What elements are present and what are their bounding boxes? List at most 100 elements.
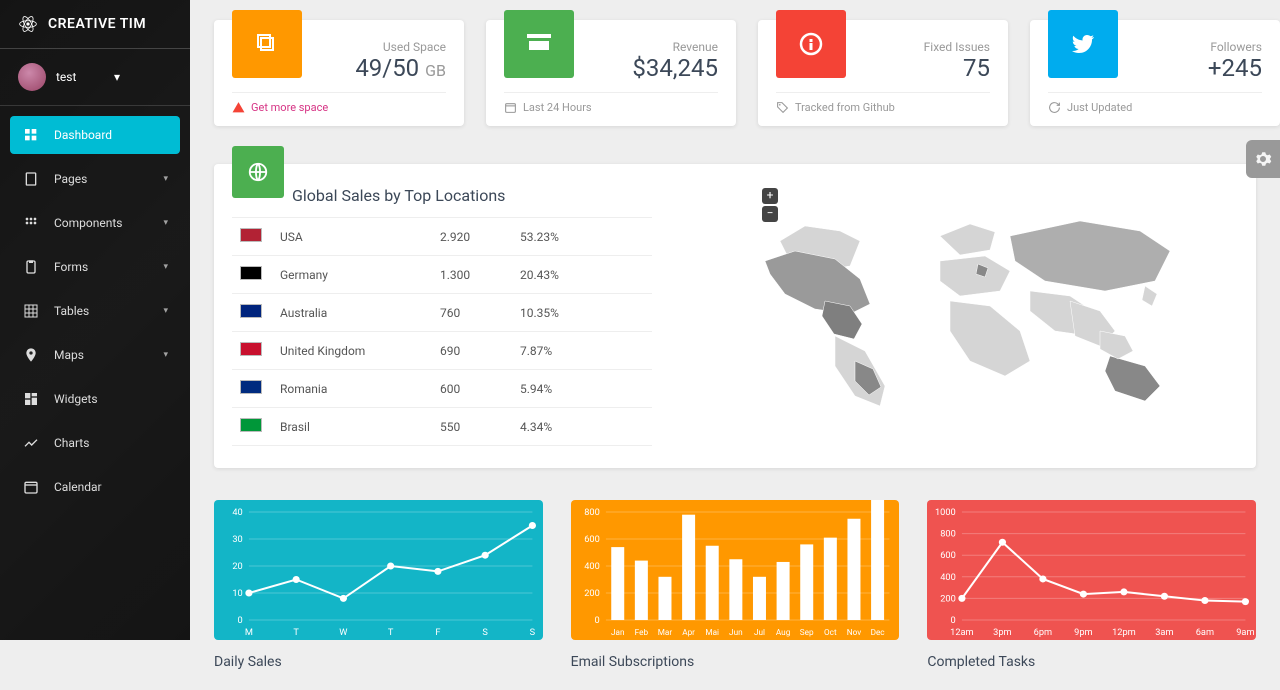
sidebar-item-charts[interactable]: Charts: [10, 424, 180, 462]
card-icon: [504, 10, 574, 78]
brand-label: CREATIVE TIM: [48, 16, 146, 32]
svg-text:10: 10: [232, 589, 242, 599]
world-map[interactable]: [740, 206, 1190, 420]
svg-text:600: 600: [584, 535, 600, 545]
country-cell: Brasil: [272, 408, 432, 446]
svg-text:T: T: [388, 628, 394, 638]
svg-text:S: S: [530, 628, 536, 638]
chart-title: Email Subscriptions: [571, 654, 900, 670]
avatar: [18, 63, 46, 91]
svg-text:F: F: [435, 628, 440, 638]
chart-title: Daily Sales: [214, 654, 543, 670]
value-cell: 690: [432, 332, 512, 370]
svg-text:40: 40: [232, 508, 242, 518]
flag-icon: [240, 228, 262, 242]
svg-text:Mai: Mai: [705, 627, 719, 637]
nav-label: Pages: [54, 172, 87, 186]
pct-cell: 4.34%: [512, 408, 652, 446]
nav-icon: [22, 346, 40, 364]
svg-text:0: 0: [951, 616, 956, 626]
flag-icon: [240, 266, 262, 280]
card-footer-link[interactable]: Get more space: [251, 101, 328, 114]
nav-label: Dashboard: [54, 128, 112, 142]
stat-card-followers: Followers+245Just Updated: [1030, 20, 1280, 126]
nav-icon: [22, 478, 40, 496]
svg-text:3am: 3am: [1156, 628, 1174, 638]
svg-text:9pm: 9pm: [1075, 628, 1093, 638]
svg-text:9am: 9am: [1237, 628, 1255, 638]
card-footer-text: Last 24 Hours: [523, 101, 592, 114]
country-cell: Germany: [272, 256, 432, 294]
nav-icon: [22, 302, 40, 320]
chevron-down-icon: ▾: [163, 174, 168, 184]
sidebar-item-tables[interactable]: Tables ▾: [10, 292, 180, 330]
pct-cell: 20.43%: [512, 256, 652, 294]
brand[interactable]: CREATIVE TIM: [0, 0, 190, 49]
card-footer: Just Updated: [1048, 92, 1262, 114]
value-cell: 2.920: [432, 218, 512, 256]
svg-text:1000: 1000: [935, 508, 956, 518]
chevron-down-icon: ▾: [163, 306, 168, 316]
chevron-down-icon: ▾: [163, 262, 168, 272]
table-row: Germany1.30020.43%: [232, 256, 652, 294]
sidebar-item-maps[interactable]: Maps▾: [10, 336, 180, 374]
svg-text:Jun: Jun: [729, 627, 743, 637]
table-row: Brasil5504.34%: [232, 408, 652, 446]
chevron-down-icon: ▾: [163, 218, 168, 228]
zoom-in-button[interactable]: +: [762, 188, 778, 204]
svg-text:3pm: 3pm: [994, 628, 1012, 638]
svg-text:6pm: 6pm: [1034, 628, 1052, 638]
country-cell: United Kingdom: [272, 332, 432, 370]
card-icon: [776, 10, 846, 78]
svg-text:400: 400: [941, 573, 957, 583]
nav-icon: [22, 434, 40, 452]
zoom-out-button[interactable]: −: [762, 206, 778, 222]
card-footer-text: Just Updated: [1067, 101, 1132, 114]
pct-cell: 5.94%: [512, 370, 652, 408]
nav-icon: [22, 258, 40, 276]
card-footer: Last 24 Hours: [504, 92, 718, 114]
card-footer: Tracked from Github: [776, 92, 990, 114]
value-cell: 1.300: [432, 256, 512, 294]
chart-canvas: 0200400600800100012am3pm6pm9pm12pm3am6am…: [927, 500, 1256, 640]
chart-canvas: 010203040MTWTFSS: [214, 500, 543, 640]
svg-text:Jan: Jan: [611, 627, 625, 637]
nav-label: Tables: [54, 304, 89, 318]
svg-text:0: 0: [238, 616, 243, 626]
sidebar-item-dashboard[interactable]: Dashboard: [10, 116, 180, 154]
sidebar: CREATIVE TIM test ▾ DashboardPages▾Compo…: [0, 0, 190, 640]
svg-text:Aug: Aug: [776, 627, 790, 637]
settings-button[interactable]: [1246, 140, 1280, 178]
user-name: test: [56, 70, 114, 84]
sidebar-item-widgets[interactable]: Widgets: [10, 380, 180, 418]
sidebar-item-pages[interactable]: Pages ▾: [10, 160, 180, 198]
nav-label: Forms: [54, 260, 88, 274]
sidebar-item-components[interactable]: Components▾: [10, 204, 180, 242]
value-cell: 550: [432, 408, 512, 446]
chart-daily-sales: 010203040MTWTFSSDaily Sales: [214, 500, 543, 670]
svg-text:S: S: [482, 628, 488, 638]
svg-text:20: 20: [232, 562, 242, 572]
svg-text:30: 30: [232, 535, 242, 545]
sidebar-item-forms[interactable]: Forms ▾: [10, 248, 180, 286]
pct-cell: 53.23%: [512, 218, 652, 256]
global-sales-panel: Global Sales by Top Locations USA2.92053…: [214, 164, 1256, 468]
stat-card-fixed-issues: Fixed Issues75Tracked from Github: [758, 20, 1008, 126]
nav-label: Charts: [54, 436, 89, 450]
user-menu[interactable]: test ▾: [0, 49, 190, 106]
svg-text:200: 200: [584, 589, 600, 599]
chevron-down-icon: ▾: [114, 70, 172, 84]
svg-text:Apr: Apr: [682, 627, 695, 637]
flag-icon: [240, 342, 262, 356]
svg-text:400: 400: [584, 562, 600, 572]
sidebar-item-calendar[interactable]: Calendar: [10, 468, 180, 506]
svg-text:200: 200: [941, 594, 957, 604]
svg-text:Feb: Feb: [634, 627, 648, 637]
svg-text:800: 800: [584, 508, 600, 518]
nav-icon: [22, 170, 40, 188]
svg-text:Mar: Mar: [657, 627, 672, 637]
svg-text:Dec: Dec: [870, 627, 884, 637]
table-row: Romania6005.94%: [232, 370, 652, 408]
svg-text:M: M: [245, 628, 253, 638]
chart-title: Completed Tasks: [927, 654, 1256, 670]
